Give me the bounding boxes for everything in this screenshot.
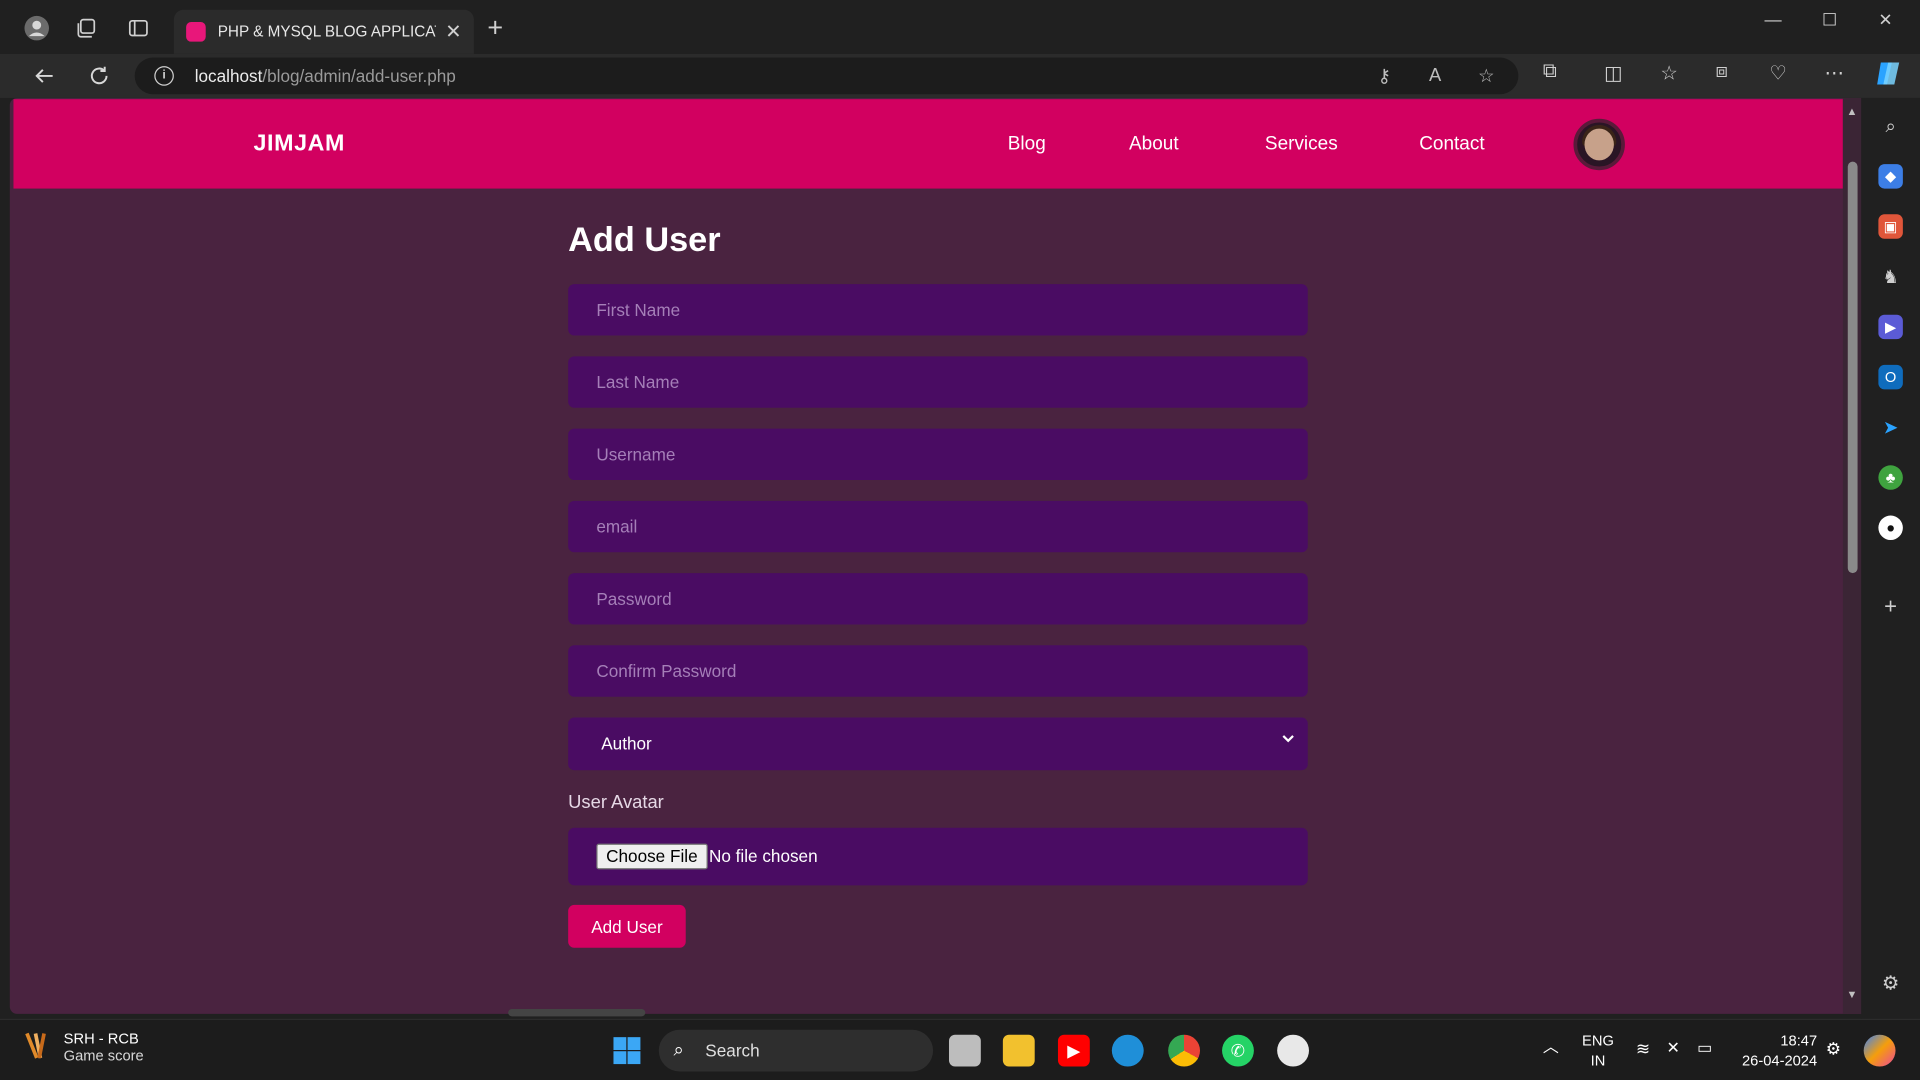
github-icon[interactable]: ● [1878,515,1903,541]
start-windows-icon[interactable] [611,1035,643,1067]
tools-briefcase-icon[interactable]: ▣ [1878,214,1903,239]
address-bar[interactable]: i localhost/blog/admin/add-user.php ⚷ A … [134,57,1519,95]
maximize-icon[interactable]: ☐ [1822,10,1837,31]
youtube-icon[interactable]: ▶ [1057,1034,1090,1067]
profile-icon[interactable] [23,15,50,42]
battery-icon[interactable]: ▭ [1697,1038,1712,1058]
games-chess-icon[interactable]: ♞ [1878,264,1902,288]
add-user-form: Add User Author User Avatar Choose File … [568,220,1308,948]
tree-icon[interactable]: ♣ [1878,465,1903,490]
active-tab[interactable]: PHP & MYSQL BLOG APPLICATIO ✕ [173,9,474,54]
split-screen-icon[interactable]: ◫ [1604,61,1623,85]
copilot-designer-icon[interactable]: ▶ [1878,314,1903,340]
tab-actions-icon[interactable] [125,15,152,42]
shopping-tag-icon[interactable]: ◆ [1878,164,1903,189]
collections-icon[interactable]: ⧈ [1716,61,1728,83]
screen: PHP & MYSQL BLOG APPLICATIO ✕ + — ☐ ✕ i … [0,0,1920,1080]
sidebar-settings-icon[interactable]: ⚙ [1878,971,1902,995]
first-name-field[interactable] [568,284,1308,336]
widget-title: SRH - RCB [63,1029,139,1047]
scroll-down-icon[interactable]: ▼ [1847,988,1858,1000]
scroll-thumb[interactable] [1847,161,1858,574]
username-field[interactable] [568,428,1308,481]
extensions-icon[interactable]: ⧉ [1543,61,1557,83]
password-key-icon[interactable]: ⚷ [1378,65,1391,87]
taskbar-search[interactable]: ⌕ Search [658,1029,934,1072]
copilot-taskbar-icon[interactable] [1863,1034,1896,1067]
avatar-label: User Avatar [568,792,664,814]
password-field[interactable] [568,573,1308,625]
widget-subtitle: Game score [63,1046,144,1065]
outlook-icon[interactable]: O [1878,364,1903,390]
role-select[interactable]: Author [568,717,1308,771]
browser-titlebar: PHP & MYSQL BLOG APPLICATIO ✕ + — ☐ ✕ [0,0,1920,54]
whatsapp-icon[interactable]: ✆ [1222,1034,1254,1067]
add-user-button[interactable]: Add User [568,904,686,948]
news-widget[interactable]: SRH - RCB Game score [22,1030,144,1064]
site-info-icon[interactable]: i [154,66,174,86]
browser-toolbar: i localhost/blog/admin/add-user.php ⚷ A … [0,53,1920,98]
chevron-down-icon [1281,731,1296,749]
horizontal-scroll-thumb[interactable] [508,1008,646,1017]
task-view-icon[interactable] [948,1034,981,1067]
site-header: JIMJAM Blog About Services Contact [13,99,1843,189]
wifi-icon[interactable]: ≋ [1636,1038,1650,1058]
favorite-star-icon[interactable]: ☆ [1478,65,1494,87]
clock[interactable]: 18:47 26-04-2024 [1736,1031,1817,1070]
new-tab-icon[interactable]: + [487,14,503,42]
speaker-muted-icon[interactable]: ✕ [1667,1038,1680,1058]
minimize-icon[interactable]: — [1765,10,1782,30]
nav-link-about[interactable]: About [1129,133,1179,155]
favicon-icon [186,22,206,42]
favorites-icon[interactable]: ☆ [1660,61,1678,85]
nav-link-services[interactable]: Services [1265,133,1338,155]
confirm-password-field[interactable] [568,645,1308,697]
site-logo[interactable]: JIMJAM [253,131,345,158]
copilot-icon[interactable] [1873,59,1902,95]
user-avatar[interactable] [1573,118,1625,171]
edge-icon[interactable] [1111,1034,1144,1067]
avatar-file-input: Choose File No file chosen [568,827,1308,886]
windows-taskbar: SRH - RCB Game score ⌕ Search ▶ ✆ ︿ ENG … [0,1018,1920,1080]
file-explorer-icon[interactable] [1002,1034,1035,1067]
file-status-text: No file chosen [708,846,818,866]
scroll-up-icon[interactable]: ▲ [1847,105,1858,117]
search-glass-icon: ⌕ [673,1039,684,1061]
nav-link-blog[interactable]: Blog [1008,133,1046,155]
more-menu-icon[interactable]: ⋯ [1825,61,1845,85]
workspaces-icon[interactable] [72,15,99,42]
last-name-field[interactable] [568,356,1308,408]
web-viewport: JIMJAM Blog About Services Contact Add U… [9,97,1862,1014]
search-icon[interactable]: ⌕ [1878,114,1902,138]
back-icon[interactable] [29,61,58,90]
cricket-icon [22,1031,51,1063]
close-window-icon[interactable]: ✕ [1878,10,1892,31]
close-tab-icon[interactable]: ✕ [445,20,461,44]
read-aloud-icon[interactable]: A [1429,65,1441,86]
email-field[interactable] [568,500,1308,553]
role-select-value: Author [601,733,652,754]
tab-title: PHP & MYSQL BLOG APPLICATIO [217,23,436,41]
add-sidebar-app-icon[interactable]: + [1878,593,1902,618]
notifications-icon[interactable]: ⚙ [1826,1038,1841,1058]
chrome-icon[interactable] [1168,1034,1201,1067]
page-title: Add User [568,220,721,259]
url-text: localhost/blog/admin/add-user.php [194,66,456,86]
nav-link-contact[interactable]: Contact [1419,133,1484,155]
show-hidden-icons[interactable]: ︿ [1543,1037,1559,1057]
github-desktop-icon[interactable] [1277,1034,1309,1067]
language-indicator[interactable]: ENG IN [1582,1031,1614,1070]
telegram-icon[interactable]: ➤ [1878,415,1902,439]
refresh-icon[interactable] [84,61,113,90]
search-label: Search [705,1040,760,1061]
page-scrollbar[interactable]: ▲ ▼ [1842,97,1862,1014]
choose-file-button[interactable]: Choose File [596,843,708,870]
browser-essentials-icon[interactable]: ♡ [1769,61,1787,85]
edge-sidebar: ⌕ ◆ ▣ ♞ ▶ O ➤ ♣ ● + ⚙ [1861,97,1920,1019]
